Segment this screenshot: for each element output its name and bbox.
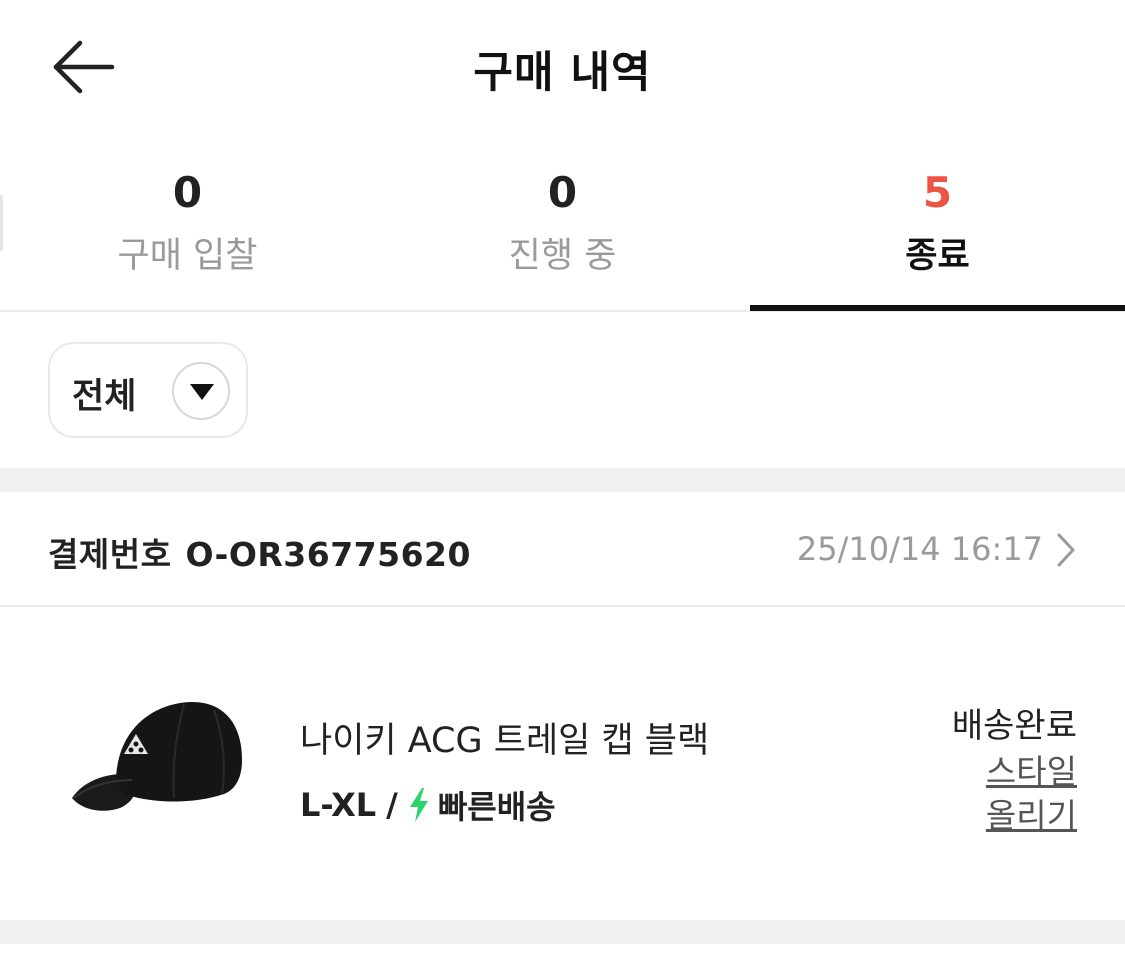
page-title: 구매 내역 xyxy=(473,48,652,98)
chevron-right-icon xyxy=(1057,533,1075,567)
product-image-cap[interactable] xyxy=(64,694,250,820)
product-name: 나이키 ACG 트레일 캡 블랙 xyxy=(300,721,710,761)
lightning-bolt-icon xyxy=(409,788,428,822)
top-bar: 구매 내역 xyxy=(0,0,1125,135)
order-header[interactable]: 결제번호 O-OR36775620 25/10/14 16:17 xyxy=(0,492,1125,607)
meta-separator: / xyxy=(386,786,398,824)
filter-label: 전체 xyxy=(72,377,137,417)
product-options: L-XL / 빠른배송 xyxy=(300,782,556,828)
order-item: 나이키 ACG 트레일 캡 블랙 L-XL / 빠른배송 배송완료 스타일 올리… xyxy=(0,610,1125,920)
order-number: 결제번호 O-OR36775620 xyxy=(48,528,471,576)
section-divider xyxy=(0,468,1125,492)
tab-completed[interactable]: 5 종료 xyxy=(750,150,1125,312)
fast-shipping-label: 빠른배송 xyxy=(437,788,556,826)
status-tabs: 0 구매 입찰 0 진행 중 5 종료 xyxy=(0,150,1125,312)
purchase-history-screen: 구매 내역 0 구매 입찰 0 진행 중 5 종료 전체 결제번호 O-OR367… xyxy=(0,0,1125,958)
tab-label: 진행 중 xyxy=(508,236,617,276)
order-date: 25/10/14 16:17 xyxy=(796,530,1043,568)
delivery-status: 배송완료 xyxy=(951,706,1077,746)
section-divider xyxy=(0,920,1125,944)
upload-style-link[interactable]: 스타일 올리기 xyxy=(957,750,1077,838)
tab-in-progress[interactable]: 0 진행 중 xyxy=(375,150,750,312)
tab-count: 5 xyxy=(922,168,953,217)
tab-label: 종료 xyxy=(905,236,970,276)
tab-bidding[interactable]: 0 구매 입찰 xyxy=(0,150,375,312)
tab-count: 0 xyxy=(172,168,203,217)
order-number-label: 결제번호 xyxy=(48,535,172,574)
product-size: L-XL xyxy=(300,786,377,824)
filter-dropdown[interactable]: 전체 xyxy=(48,342,248,438)
active-tab-indicator xyxy=(750,305,1125,311)
caret-down-icon xyxy=(172,362,230,420)
tab-label: 구매 입찰 xyxy=(117,236,258,276)
tab-count: 0 xyxy=(547,168,578,217)
order-number-value: O-OR36775620 xyxy=(185,535,471,574)
